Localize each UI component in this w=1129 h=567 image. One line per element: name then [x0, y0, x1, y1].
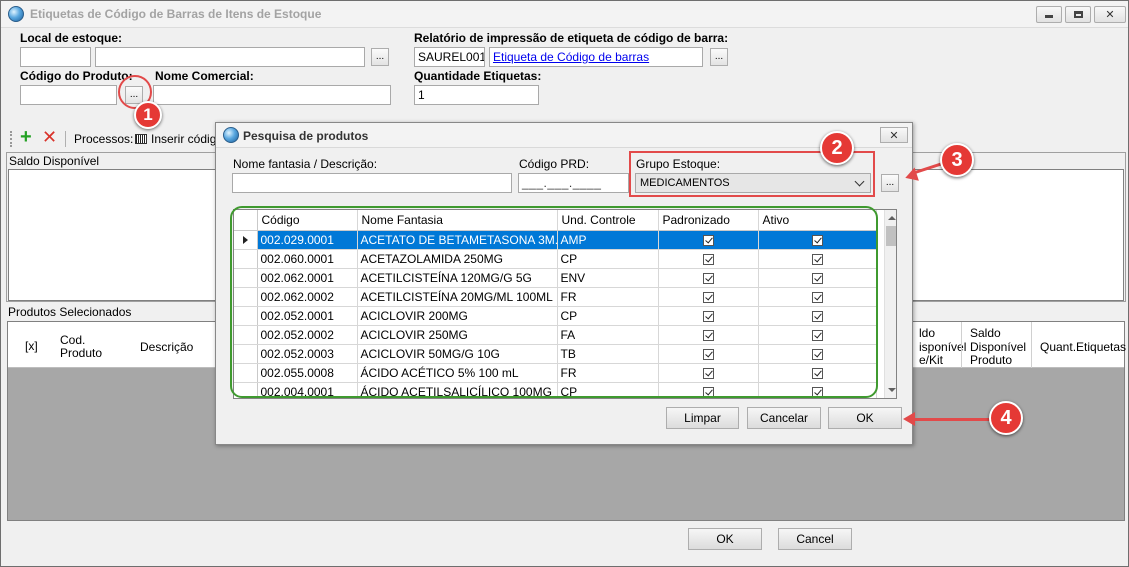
quantidade-input[interactable]: 1: [414, 85, 539, 105]
scroll-thumb[interactable]: [886, 226, 896, 246]
cancel-button[interactable]: Cancel: [778, 528, 852, 550]
limpar-button[interactable]: Limpar: [666, 407, 739, 429]
vertical-scrollbar[interactable]: [884, 210, 896, 398]
annotation-badge-4: 4: [989, 401, 1023, 435]
minimize-button[interactable]: [1036, 6, 1062, 23]
title-bar: Etiquetas de Código de Barras de Itens d…: [1, 1, 1128, 28]
delete-icon[interactable]: ✕: [42, 128, 57, 146]
col-saldo-kit-line3[interactable]: e/Kit: [919, 353, 943, 367]
codigo-prd-input[interactable]: ___.___.____: [518, 173, 629, 193]
col-cod-line2[interactable]: Produto: [60, 346, 102, 360]
window-title: Etiquetas de Código de Barras de Itens d…: [30, 7, 322, 21]
col-saldo-prod-line1[interactable]: Saldo: [970, 326, 1001, 340]
local-estoque-search-button[interactable]: ...: [371, 48, 389, 66]
codigo-prd-label: Código PRD:: [519, 157, 590, 171]
scroll-down-icon[interactable]: [888, 388, 896, 392]
col-cod-line1[interactable]: Cod.: [60, 333, 85, 347]
col-divider: [1031, 322, 1032, 368]
local-estoque-code-input[interactable]: [20, 47, 91, 67]
barcode-icon: [135, 134, 147, 144]
annotation-arrow-4-line: [914, 418, 992, 421]
close-button[interactable]: ✕: [1094, 6, 1126, 23]
ok-button[interactable]: OK: [688, 528, 762, 550]
col-saldo-prod-line3[interactable]: Produto: [970, 353, 1012, 367]
maximize-icon: [1073, 11, 1083, 18]
minimize-icon: [1045, 15, 1053, 18]
produtos-selecionados-label: Produtos Selecionados: [8, 305, 132, 319]
grupo-estoque-search-button[interactable]: ...: [881, 174, 899, 192]
close-icon: ✕: [1105, 9, 1115, 21]
cancelar-button[interactable]: Cancelar: [747, 407, 821, 429]
nome-fantasia-label: Nome fantasia / Descrição:: [233, 157, 378, 171]
col-saldo-prod-line2[interactable]: Disponível: [970, 340, 1026, 354]
annotation-arrow-4-head: [903, 412, 915, 426]
app-icon: [8, 6, 24, 22]
toolbar-grip[interactable]: [10, 131, 13, 147]
local-estoque-label: Local de estoque:: [20, 31, 123, 45]
col-saldo-kit-line1[interactable]: ldo: [919, 326, 935, 340]
col-x[interactable]: [x]: [25, 339, 38, 353]
local-estoque-name-input[interactable]: [95, 47, 365, 67]
nome-comercial-label: Nome Comercial:: [155, 69, 254, 83]
maximize-button[interactable]: [1065, 6, 1091, 23]
relatorio-search-button[interactable]: ...: [710, 48, 728, 66]
dialog-app-icon: [223, 127, 239, 143]
dialog-title: Pesquisa de produtos: [243, 129, 369, 143]
relatorio-code-input[interactable]: SAUREL0019: [414, 47, 485, 67]
annotation-badge-1: 1: [134, 101, 162, 129]
dialog-ok-button[interactable]: OK: [828, 407, 902, 429]
processos-label: Processos:: [74, 132, 134, 146]
add-icon[interactable]: +: [20, 127, 32, 147]
toolbar-separator: [65, 131, 66, 147]
col-descricao[interactable]: Descrição: [140, 340, 193, 354]
saldo-disponivel-label: Saldo Disponível: [9, 154, 100, 168]
dialog-title-bar: Pesquisa de produtos ✕: [216, 123, 912, 148]
annotation-badge-3: 3: [940, 143, 974, 177]
col-saldo-kit-line2[interactable]: isponível: [919, 340, 966, 354]
nome-comercial-input[interactable]: [153, 85, 391, 105]
annotation-badge-2: 2: [820, 131, 854, 165]
relatorio-name-field: Etiqueta de Código de barras: [489, 47, 703, 67]
nome-fantasia-input[interactable]: [232, 173, 512, 193]
quantidade-label: Quantidade Etiquetas:: [414, 69, 542, 83]
relatorio-link[interactable]: Etiqueta de Código de barras: [493, 50, 649, 64]
codigo-produto-input[interactable]: [20, 85, 117, 105]
close-icon: ✕: [889, 129, 899, 142]
col-quant-etiquetas[interactable]: Quant.Etiquetas: [1040, 340, 1126, 354]
col-divider: [961, 322, 962, 368]
codigo-produto-label: Código do Produto:: [20, 69, 133, 83]
relatorio-label: Relatório de impressão de etiqueta de có…: [414, 31, 729, 45]
annotation-box-table: [230, 206, 878, 398]
scroll-up-icon[interactable]: [888, 216, 896, 220]
dialog-close-button[interactable]: ✕: [880, 127, 908, 143]
inserir-codigo-button[interactable]: Inserir códig: [151, 132, 216, 146]
